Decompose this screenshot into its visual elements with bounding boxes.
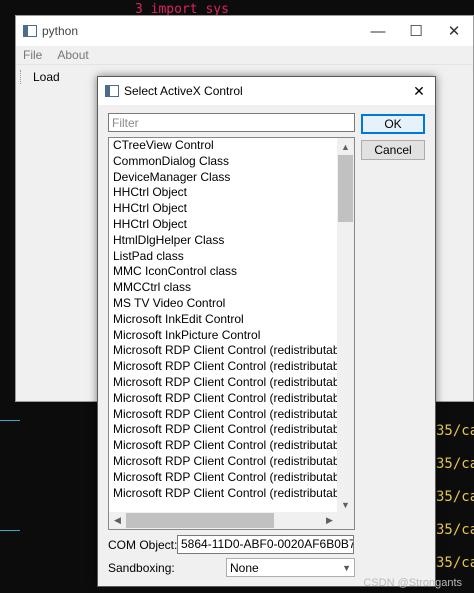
sandboxing-label: Sandboxing: xyxy=(108,561,175,575)
horizontal-scrollbar[interactable]: ◀ ▶ xyxy=(109,512,338,529)
list-item[interactable]: HHCtrl Object xyxy=(109,201,338,217)
activex-list-items: CTreeView Control CommonDialog Class Devic… xyxy=(109,138,338,513)
editor-right-fragment: 35/ca xyxy=(436,522,474,538)
list-item[interactable]: MMC IconControl class xyxy=(109,264,338,280)
menu-bar: File About xyxy=(16,46,473,64)
close-icon[interactable]: ✕ xyxy=(435,16,473,46)
maximize-icon[interactable]: ☐ xyxy=(397,16,435,46)
list-item[interactable]: Microsoft RDP Client Control (redistribu… xyxy=(109,343,338,359)
dialog-title-bar[interactable]: Select ActiveX Control ✕ xyxy=(98,77,435,105)
scroll-left-icon[interactable]: ◀ xyxy=(109,512,126,529)
list-item[interactable]: Microsoft RDP Client Control (redistribu… xyxy=(109,407,338,423)
main-title-bar[interactable]: python — ☐ ✕ xyxy=(16,16,473,46)
list-item[interactable]: Microsoft RDP Client Control (redistribu… xyxy=(109,359,338,375)
editor-right-fragment: 35/ca xyxy=(436,489,474,505)
window-app-icon xyxy=(23,25,37,37)
editor-right-fragment: 35/ca xyxy=(436,555,474,571)
list-item[interactable]: Microsoft RDP Client Control (redistribu… xyxy=(109,422,338,438)
load-button[interactable]: Load xyxy=(33,70,60,84)
list-item[interactable]: ListPad class xyxy=(109,249,338,265)
menu-file[interactable]: File xyxy=(23,46,42,64)
horizontal-scroll-thumb[interactable] xyxy=(126,513,274,528)
editor-line xyxy=(0,420,20,421)
sandboxing-value: None xyxy=(230,560,259,575)
vertical-scrollbar[interactable]: ▲ ▼ xyxy=(337,138,354,513)
scrollbar-corner xyxy=(337,512,354,529)
vertical-scroll-thumb[interactable] xyxy=(338,155,353,222)
list-item[interactable]: DeviceManager Class xyxy=(109,170,338,186)
editor-right-fragment: 35/ca xyxy=(436,456,474,472)
list-item[interactable]: CTreeView Control xyxy=(109,138,338,154)
list-item[interactable]: Microsoft RDP Client Control (redistribu… xyxy=(109,486,338,502)
list-item[interactable]: Microsoft RDP Client Control (redistribu… xyxy=(109,391,338,407)
list-item[interactable]: HHCtrl Object xyxy=(109,185,338,201)
list-item[interactable]: HtmlDlgHelper Class xyxy=(109,233,338,249)
list-item[interactable]: Microsoft RDP Client Control (redistribu… xyxy=(109,454,338,470)
list-item[interactable]: Microsoft InkPicture Control xyxy=(109,328,338,344)
cancel-button[interactable]: Cancel xyxy=(361,140,425,160)
list-item[interactable]: MMCCtrl class xyxy=(109,280,338,296)
minimize-icon[interactable]: — xyxy=(359,16,397,46)
scroll-up-icon[interactable]: ▲ xyxy=(337,138,354,155)
list-item[interactable]: CommonDialog Class xyxy=(109,154,338,170)
editor-line xyxy=(0,530,20,531)
chevron-down-icon: ▼ xyxy=(342,562,351,573)
list-item[interactable]: Microsoft RDP Client Control (redistribu… xyxy=(109,470,338,486)
dialog-title: Select ActiveX Control xyxy=(124,84,243,98)
list-item[interactable]: Microsoft InkEdit Control xyxy=(109,312,338,328)
editor-right-fragment: 35/ca xyxy=(436,423,474,439)
select-activex-dialog: Select ActiveX Control ✕ OK Cancel CTree… xyxy=(97,76,436,587)
menu-about[interactable]: About xyxy=(57,46,88,64)
list-item[interactable]: MS TV Video Control xyxy=(109,296,338,312)
activex-list[interactable]: CTreeView Control CommonDialog Class Devic… xyxy=(108,137,355,530)
dialog-close-icon[interactable]: ✕ xyxy=(409,81,429,101)
toolbar-grip-icon[interactable] xyxy=(20,70,23,84)
watermark: CSDN @Strongants xyxy=(363,577,462,589)
dialog-app-icon xyxy=(105,85,119,97)
list-item[interactable]: HHCtrl Object xyxy=(109,217,338,233)
list-item[interactable]: Microsoft RDP Client Control (redistribu… xyxy=(109,438,338,454)
scroll-down-icon[interactable]: ▼ xyxy=(337,496,354,513)
filter-input[interactable] xyxy=(108,113,355,132)
com-object-label: COM Object: xyxy=(108,538,178,552)
ok-button[interactable]: OK xyxy=(361,114,425,134)
list-item[interactable]: Microsoft RDP Client Control (redistribu… xyxy=(109,375,338,391)
main-window-title: python xyxy=(42,24,79,38)
com-object-field[interactable]: 5864-11D0-ABF0-0020AF6B0B7A} xyxy=(177,535,354,554)
sandboxing-select[interactable]: None ▼ xyxy=(226,558,355,577)
scroll-right-icon[interactable]: ▶ xyxy=(321,512,338,529)
